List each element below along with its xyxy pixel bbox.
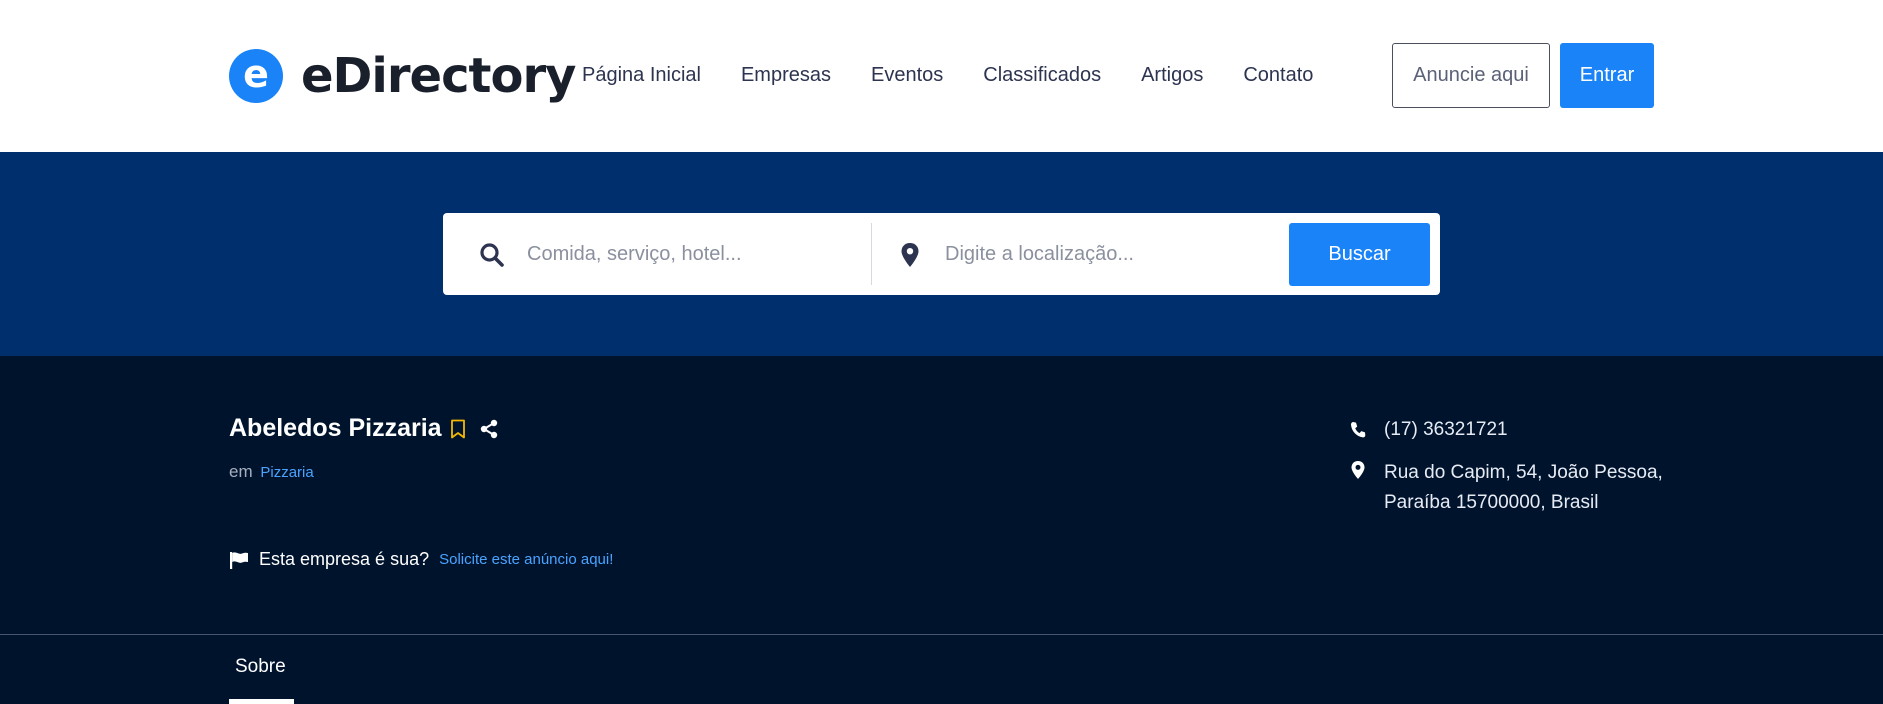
tab-about[interactable]: Sobre [229, 656, 292, 678]
logo-text: eDirectory [301, 48, 576, 104]
category-prefix: em [229, 462, 253, 481]
listing-title: Abeledos Pizzaria [229, 414, 442, 442]
phone-row: (17) 36321721 [1350, 418, 1670, 442]
keyword-search-input[interactable] [527, 233, 857, 275]
search-button[interactable]: Buscar [1289, 223, 1430, 286]
nav-item-articles[interactable]: Artigos [1141, 60, 1203, 90]
location-input[interactable] [945, 233, 1275, 275]
share-icon[interactable] [480, 419, 498, 439]
location-pin-icon [1351, 461, 1365, 479]
address-row: Rua do Capim, 54, João Pessoa, Paraíba 1… [1350, 458, 1670, 518]
category-row: em Pizzaria [229, 462, 314, 482]
search-icon [480, 243, 504, 267]
main-nav: Página Inicial Empresas Eventos Classifi… [582, 60, 1353, 90]
search-box: Buscar [443, 213, 1440, 295]
login-button[interactable]: Entrar [1560, 43, 1654, 108]
advertise-button[interactable]: Anuncie aqui [1392, 43, 1550, 108]
listing-header: Abeledos Pizzaria em Pizzaria Esta empre… [0, 356, 1883, 704]
contact-info: (17) 36321721 Rua do Capim, 54, João Pes… [1350, 418, 1670, 534]
nav-item-companies[interactable]: Empresas [741, 60, 831, 90]
logo[interactable]: e eDirectory [229, 48, 576, 104]
phone-number[interactable]: (17) 36321721 [1384, 418, 1508, 442]
flag-icon [230, 551, 248, 569]
site-header: e eDirectory Página Inicial Empresas Eve… [0, 0, 1883, 152]
nav-item-home[interactable]: Página Inicial [582, 60, 701, 90]
category-link[interactable]: Pizzaria [260, 464, 313, 481]
section-divider [0, 634, 1883, 635]
listing-title-row: Abeledos Pizzaria [229, 414, 498, 443]
search-divider [871, 223, 872, 285]
nav-item-classifieds[interactable]: Classificados [983, 60, 1101, 90]
claim-listing-link[interactable]: Solicite este anúncio aqui! [439, 551, 613, 568]
claim-question: Esta empresa é sua? [259, 549, 430, 569]
address: Rua do Capim, 54, João Pessoa, Paraíba 1… [1384, 462, 1663, 513]
location-pin-icon [901, 243, 919, 267]
nav-item-events[interactable]: Eventos [871, 60, 943, 90]
active-tab-indicator [229, 699, 294, 704]
claim-row: Esta empresa é sua? Solicite este anúnci… [229, 549, 613, 570]
nav-item-contact[interactable]: Contato [1243, 60, 1313, 90]
bookmark-icon[interactable] [450, 419, 466, 439]
search-band: Buscar [0, 152, 1883, 356]
logo-mark: e [229, 49, 283, 103]
phone-icon [1350, 422, 1366, 438]
